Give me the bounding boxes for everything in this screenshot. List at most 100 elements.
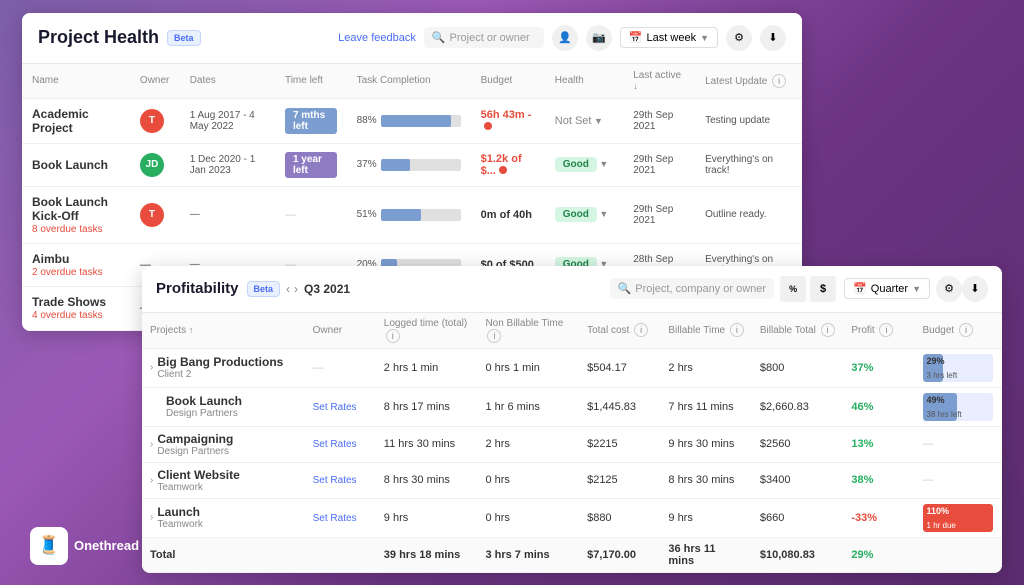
project-name: Aimbu <box>32 252 69 266</box>
bt-info-icon: i <box>730 323 744 337</box>
name-cell: Aimbu2 overdue tasks <box>22 243 130 286</box>
pname-cell: › CampaigningDesign Partners <box>142 426 305 462</box>
billable-time-cell: 8 hrs 30 mins <box>660 462 751 498</box>
budget-info-icon: i <box>959 323 973 337</box>
bottom-panel-header: Profitability Beta ‹ › Q3 2021 🔍 Project… <box>142 266 1002 313</box>
powner-cell: Set Rates <box>305 462 376 498</box>
profitability-beta-badge: Beta <box>247 281 281 297</box>
total-bt: 36 hrs 11 mins <box>660 537 751 572</box>
pcol-owner: Owner <box>305 313 376 349</box>
set-rates-link[interactable]: Set Rates <box>313 439 357 450</box>
avatar: T <box>140 109 164 133</box>
task-completion-cell: 88% <box>357 115 461 127</box>
powner-cell: Set Rates <box>305 498 376 537</box>
prev-period-btn[interactable]: ‹ <box>286 282 290 296</box>
calendar-icon: 📅 <box>629 31 643 44</box>
download-icon-2[interactable]: ⬇ <box>962 276 988 302</box>
budget-bar: 49% 38 hrs left <box>923 393 993 421</box>
client-name: Teamwork <box>157 482 239 493</box>
pcol-billable-total: Billable Total i <box>752 313 843 349</box>
billable-total-cell: $3400 <box>752 462 843 498</box>
budget-cell: 56h 43m - <box>471 98 545 143</box>
billable-total-cell: $2,660.83 <box>752 387 843 426</box>
total-label: Total <box>142 537 305 572</box>
filter-icon[interactable]: ⚙ <box>726 25 752 51</box>
pcol-profit: Profit i <box>843 313 914 349</box>
health-chevron[interactable]: ▼ <box>591 116 602 126</box>
quarter-filter-dropdown[interactable]: 📅 Quarter ▼ <box>844 278 930 299</box>
budget-value: 56h 43m - <box>481 109 532 121</box>
bottom-search-box[interactable]: 🔍 Project, company or owner <box>610 278 775 299</box>
task-cell: 51% <box>347 186 471 243</box>
search-icon: 🔍 <box>432 31 446 44</box>
camera-icon[interactable]: 📷 <box>586 25 612 51</box>
name-cell: Trade Shows4 overdue tasks <box>22 286 130 330</box>
non-billable-cell: 0 hrs 1 min <box>477 348 579 387</box>
profile-icon[interactable]: 👤 <box>552 25 578 51</box>
project-name: Launch <box>157 505 203 519</box>
health-badge: Good <box>555 157 597 172</box>
dates-cell: 1 Aug 2017 - 4 May 2022 <box>180 98 275 143</box>
client-name: Design Partners <box>157 446 233 457</box>
non-billable-cell: 2 hrs <box>477 426 579 462</box>
project-name: Book Launch <box>166 394 242 408</box>
expand-icon[interactable]: › <box>150 362 153 373</box>
expand-icon[interactable]: › <box>150 439 153 450</box>
expand-icon[interactable]: › <box>150 475 153 486</box>
warn-dot <box>499 166 507 174</box>
filter-icon-2[interactable]: ⚙ <box>936 276 962 302</box>
col-name: Name <box>22 64 130 99</box>
billable-time-cell: 2 hrs <box>660 348 751 387</box>
leave-feedback-link[interactable]: Leave feedback <box>338 32 416 44</box>
name-cell: Book Launch Kick-Off8 overdue tasks <box>22 186 130 243</box>
profit-cell: -33% <box>843 498 914 537</box>
logged-cell: 11 hrs 30 mins <box>376 426 478 462</box>
budget-bar: 110% 1 hr due <box>923 504 993 532</box>
health-chevron[interactable]: ▼ <box>597 209 608 219</box>
task-cell: 88% <box>347 98 471 143</box>
pname-cell: ›Big Bang ProductionsClient 2 <box>142 348 305 387</box>
owner-cell: T <box>130 98 180 143</box>
download-icon[interactable]: ⬇ <box>760 25 786 51</box>
billable-total-cell: $660 <box>752 498 843 537</box>
pbudget-cell: 29% 3 hrs left <box>915 348 1002 387</box>
overdue-label: 2 overdue tasks <box>32 267 103 278</box>
logo-area: 🧵 Onethread <box>30 527 139 565</box>
date-filter-dropdown[interactable]: 📅 Last week ▼ <box>620 27 718 48</box>
table-row: ›Client WebsiteTeamwork Set Rates 8 hrs 30… <box>142 462 1002 498</box>
pname-cell: ›Client WebsiteTeamwork <box>142 462 305 498</box>
expand-icon[interactable]: › <box>150 512 153 523</box>
logged-cell: 8 hrs 17 mins <box>376 387 478 426</box>
col-health: Health <box>545 64 623 99</box>
pbudget-cell: — <box>915 426 1002 462</box>
top-panel-title: Project Health <box>38 27 159 48</box>
pcol-total-cost: Total cost i <box>579 313 660 349</box>
set-rates-link[interactable]: Set Rates <box>313 475 357 486</box>
latest-update-cell: Testing update <box>695 98 802 143</box>
period-label: Q3 2021 <box>304 282 350 296</box>
time-left-cell: 7 mths left <box>275 98 347 143</box>
billable-total-cell: $800 <box>752 348 843 387</box>
total-nb: 3 hrs 7 mins <box>477 537 579 572</box>
pbudget-cell: — <box>915 462 1002 498</box>
info-icon: i <box>772 74 786 88</box>
dates-cell: — <box>180 186 275 243</box>
btot-info-icon: i <box>821 323 835 337</box>
set-rates-link[interactable]: Set Rates <box>313 402 357 413</box>
pcol-budget: Budget i <box>915 313 1002 349</box>
dollar-toggle[interactable]: $ <box>810 276 836 302</box>
total-cost-cell: $880 <box>579 498 660 537</box>
next-period-btn[interactable]: › <box>294 282 298 296</box>
powner-cell: Set Rates <box>305 426 376 462</box>
set-rates-link[interactable]: Set Rates <box>313 513 357 524</box>
health-chevron[interactable]: ▼ <box>597 159 608 169</box>
project-name: Campaigning <box>157 432 233 446</box>
total-logged: 39 hrs 18 mins <box>376 537 478 572</box>
budget-bar: 29% 3 hrs left <box>923 354 993 382</box>
client-name: Teamwork <box>157 519 203 530</box>
top-search-box[interactable]: 🔍 Project or owner <box>424 27 544 48</box>
percent-toggle[interactable]: % <box>780 276 806 302</box>
last-active-cell: 29th Sep 2021 <box>623 143 695 186</box>
pname-cell: Book LaunchDesign Partners <box>142 387 305 426</box>
search-icon-2: 🔍 <box>618 282 632 295</box>
